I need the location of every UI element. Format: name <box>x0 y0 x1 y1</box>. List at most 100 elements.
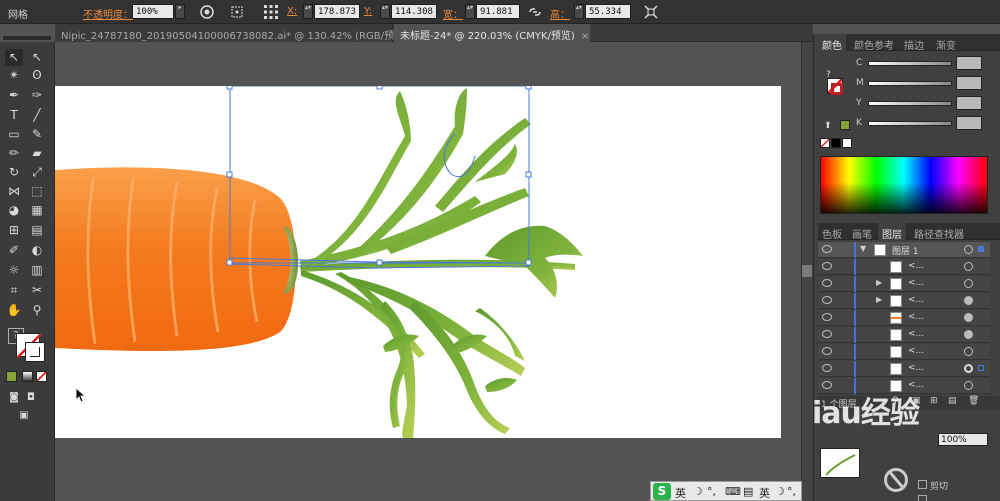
target-circle-icon[interactable] <box>964 279 973 288</box>
line-tool-icon[interactable]: ╱ <box>28 107 46 124</box>
visibility-eye-icon[interactable] <box>822 296 832 304</box>
sogou-logo-icon[interactable]: S <box>653 483 671 500</box>
tab-untitled-24[interactable]: 未标题-24* @ 220.03% (CMYK/预览) × <box>394 24 590 42</box>
black-slider[interactable] <box>868 121 952 126</box>
white-swatch[interactable] <box>842 138 852 148</box>
visibility-eye-icon[interactable] <box>822 279 832 287</box>
target-circle-icon[interactable] <box>964 381 973 390</box>
slice-tool-icon[interactable]: ✂ <box>28 282 46 299</box>
punctuation-icon[interactable]: °, <box>707 485 716 498</box>
target-circle-icon[interactable] <box>964 245 973 254</box>
layer-row[interactable]: <... <box>818 344 990 360</box>
type-tool-icon[interactable]: T <box>5 107 23 124</box>
height-field[interactable]: 55.334 <box>585 4 631 19</box>
punctuation-icon[interactable]: °, <box>787 485 796 498</box>
layer-name[interactable]: <... <box>908 363 924 373</box>
artboard-tool-icon[interactable]: ⌗ <box>5 282 23 299</box>
eyedropper-tool-icon[interactable]: ✐ <box>5 242 23 259</box>
layer-name[interactable]: <... <box>908 312 924 322</box>
gradient-mode-button[interactable] <box>22 371 33 382</box>
toolbar-grip[interactable] <box>3 36 51 40</box>
stroke-swatch[interactable] <box>25 342 45 362</box>
layer-row-top[interactable]: ▼ 图层 1 <box>818 242 990 258</box>
expand-triangle-icon[interactable]: ▶ <box>876 278 882 287</box>
black-value[interactable] <box>956 116 982 130</box>
transform-each-icon[interactable] <box>643 4 659 20</box>
ime-language[interactable]: 英 <box>675 485 686 501</box>
keyboard-icon[interactable]: ⌨ <box>725 485 741 498</box>
layer-name[interactable]: <... <box>908 329 924 339</box>
layer-name[interactable]: <... <box>908 295 924 305</box>
reference-point-icon[interactable] <box>263 4 279 20</box>
vertical-scrollbar-thumb[interactable] <box>802 265 812 277</box>
width-stepper[interactable]: ▴▾ <box>465 4 475 19</box>
fill-stroke-icon[interactable] <box>820 53 830 62</box>
tab-swatches[interactable]: 色板 <box>818 223 846 241</box>
magenta-slider[interactable] <box>868 81 952 86</box>
column-graph-tool-icon[interactable]: ▥ <box>28 262 46 279</box>
visibility-eye-icon[interactable] <box>822 245 832 253</box>
mesh-tool-icon[interactable]: ⊞ <box>5 222 23 239</box>
target-circle-icon[interactable] <box>964 364 973 373</box>
yellow-slider[interactable] <box>868 101 952 106</box>
direct-selection-tool-icon[interactable]: ↖ <box>28 49 46 66</box>
yellow-value[interactable] <box>956 96 982 110</box>
color-spectrum[interactable] <box>820 156 988 214</box>
layer-row[interactable]: <... <box>818 327 990 343</box>
x-stepper[interactable]: ▴▾ <box>303 4 313 19</box>
width-tool-icon[interactable]: ⋈ <box>5 183 23 200</box>
target-circle-icon[interactable] <box>964 330 973 339</box>
layer-name[interactable]: <... <box>908 278 924 288</box>
recolor-icon[interactable] <box>199 4 215 20</box>
last-color-swatch[interactable] <box>840 120 850 130</box>
eraser-tool-icon[interactable]: ▰ <box>28 145 46 162</box>
mask-icon[interactable] <box>884 468 908 492</box>
visibility-eye-icon[interactable] <box>822 313 832 321</box>
screen-mode-icon[interactable]: ▣ <box>15 407 33 424</box>
perspective-grid-tool-icon[interactable]: ▦ <box>28 202 46 219</box>
opacity-label[interactable]: 不透明度： <box>83 6 133 21</box>
rectangle-tool-icon[interactable]: ▭ <box>5 126 23 143</box>
magic-wand-tool-icon[interactable]: ✴ <box>5 67 23 84</box>
rotate-tool-icon[interactable]: ↻ <box>5 164 23 181</box>
panel-stroke-swatch[interactable] <box>831 83 843 95</box>
carrot-artwork[interactable] <box>55 86 781 438</box>
new-layer-icon[interactable]: ▤ <box>948 396 957 406</box>
y-field[interactable]: 114.308 <box>391 4 437 19</box>
visibility-eye-icon[interactable] <box>822 347 832 355</box>
scale-tool-icon[interactable]: ⤢ <box>28 164 46 181</box>
free-transform-tool-icon[interactable]: ⬚ <box>28 183 46 200</box>
invert-mask-checkbox[interactable] <box>918 495 927 501</box>
magenta-value[interactable] <box>956 76 982 90</box>
lasso-tool-icon[interactable]: ʘ <box>28 67 46 84</box>
width-field[interactable]: 91.881 <box>476 4 520 19</box>
skin-icon[interactable]: ▤ <box>743 485 753 498</box>
paintbrush-tool-icon[interactable]: ✎ <box>28 126 46 143</box>
symbol-sprayer-tool-icon[interactable]: ☼ <box>5 262 23 279</box>
pen-tool-icon[interactable]: ✒ <box>5 87 23 104</box>
cyan-slider[interactable] <box>868 61 952 66</box>
ime-language-secondary[interactable]: 英 <box>759 485 770 501</box>
selection-indicator[interactable] <box>978 246 984 252</box>
opacity-dropdown[interactable]: ▸ <box>175 4 185 19</box>
none-mode-button[interactable] <box>36 371 47 382</box>
target-circle-icon[interactable] <box>964 262 973 271</box>
tab-pathfinder[interactable]: 路径查找器 <box>910 223 968 241</box>
color-mode-button[interactable] <box>6 371 17 382</box>
layer-row[interactable]: <... <box>818 310 990 326</box>
gradient-tool-icon[interactable]: ▤ <box>28 222 46 239</box>
black-swatch[interactable] <box>831 138 841 148</box>
layer-name[interactable]: <... <box>908 346 924 356</box>
transform-icon[interactable] <box>229 4 245 20</box>
layer-row[interactable]: ▶ <... <box>818 293 990 309</box>
delete-layer-icon[interactable]: 🗑 <box>968 396 979 406</box>
layer-name[interactable]: 图层 1 <box>892 244 919 257</box>
pencil-tool-icon[interactable]: ✏ <box>5 145 23 162</box>
visibility-eye-icon[interactable] <box>822 364 832 372</box>
tab-gradient[interactable]: 渐变 <box>932 34 960 52</box>
close-icon[interactable]: × <box>581 31 589 42</box>
out-of-gamut-icon[interactable]: ⬆ <box>824 121 832 131</box>
shape-builder-tool-icon[interactable]: ◕ <box>5 202 23 219</box>
visibility-eye-icon[interactable] <box>822 330 832 338</box>
cyan-value[interactable] <box>956 56 982 70</box>
